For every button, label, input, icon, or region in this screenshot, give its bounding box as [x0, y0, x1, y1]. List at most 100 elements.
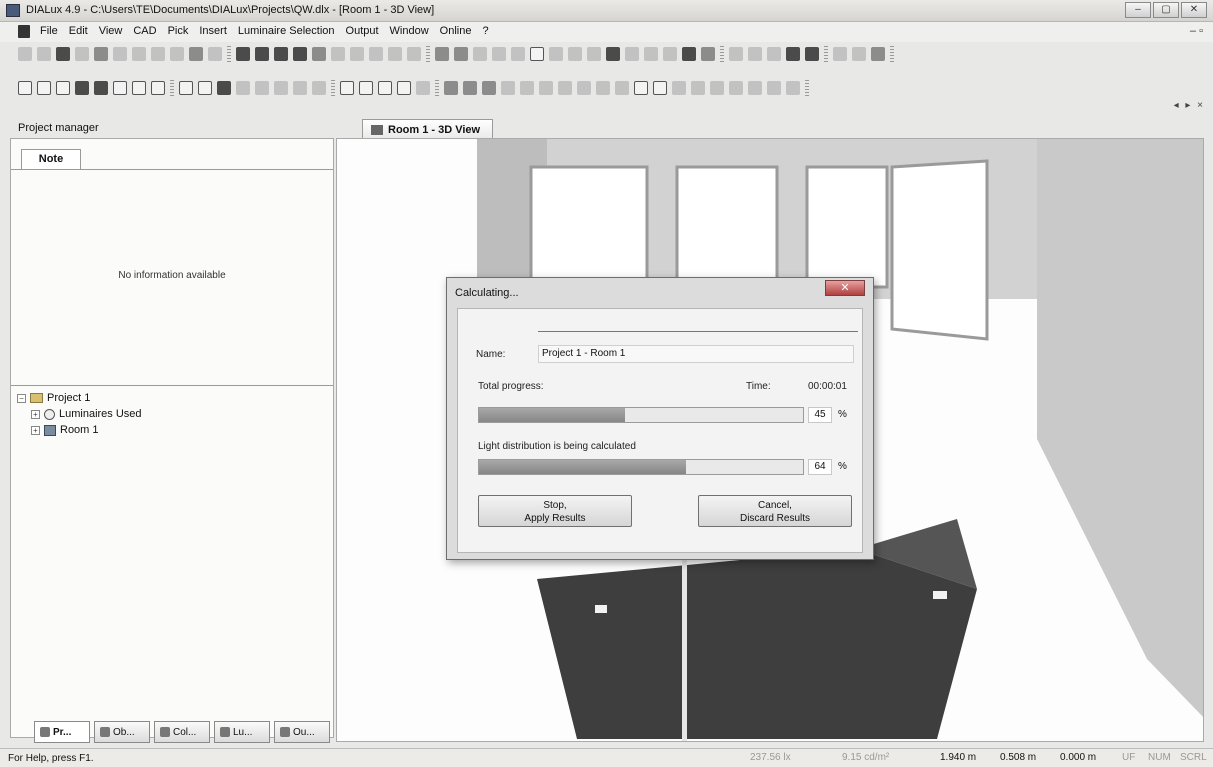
front-view-icon[interactable] [312, 47, 326, 61]
dialog-close-button[interactable]: ✕ [825, 280, 865, 296]
document-icon[interactable] [18, 25, 30, 38]
shading-icon[interactable] [444, 81, 458, 95]
rotate-icon[interactable] [587, 47, 601, 61]
close-window-button[interactable]: ✕ [1181, 2, 1207, 18]
open-icon[interactable] [37, 47, 51, 61]
view-select-icon[interactable] [340, 81, 354, 95]
material-icon[interactable] [805, 47, 819, 61]
menu-window[interactable]: Window [390, 25, 429, 37]
floor-icon[interactable] [501, 81, 515, 95]
line-icon[interactable] [388, 47, 402, 61]
print-preview-icon[interactable] [94, 47, 108, 61]
copy-icon[interactable] [132, 47, 146, 61]
align-icon[interactable] [691, 81, 705, 95]
tab-note[interactable]: Note [21, 149, 81, 169]
tree-item-luminaires-used[interactable]: + Luminaires Used [31, 408, 142, 420]
dock-arrows[interactable]: ◂ ▸ × [1174, 100, 1205, 111]
layer-icon[interactable] [701, 47, 715, 61]
edit-points-icon[interactable] [151, 81, 165, 95]
render-icon[interactable] [482, 81, 496, 95]
calculate-icon[interactable] [435, 47, 449, 61]
select-luminaire-icon[interactable] [113, 81, 127, 95]
3d-view-icon[interactable] [274, 47, 288, 61]
wall-icon[interactable] [539, 81, 553, 95]
point-icon[interactable] [407, 47, 421, 61]
undo-icon[interactable] [189, 47, 203, 61]
redo-icon[interactable] [208, 47, 222, 61]
distribute-icon[interactable] [710, 81, 724, 95]
rectangle-icon[interactable] [634, 81, 648, 95]
menu-file[interactable]: File [40, 25, 58, 37]
room-icon[interactable] [236, 47, 250, 61]
zoom-window-icon[interactable] [217, 81, 231, 95]
view-refresh-icon[interactable] [397, 81, 411, 95]
walk-icon[interactable] [312, 81, 326, 95]
mirror-icon[interactable] [663, 47, 677, 61]
calculate-all-icon[interactable] [454, 47, 468, 61]
zoom-in-icon[interactable] [179, 81, 193, 95]
columns-icon[interactable] [871, 47, 885, 61]
orbit-icon[interactable] [293, 81, 307, 95]
tab-room-3d-view[interactable]: Room 1 - 3D View [362, 119, 494, 139]
tree-item-room[interactable]: + Room 1 [31, 424, 99, 436]
curve-icon[interactable] [748, 81, 762, 95]
menu-help[interactable]: ? [482, 25, 488, 37]
view-camera-icon[interactable] [416, 81, 430, 95]
tab-colors[interactable]: Col... [154, 721, 210, 743]
select-icon[interactable] [18, 81, 32, 95]
fit-icon[interactable] [833, 47, 847, 61]
lamp-icon[interactable] [682, 47, 696, 61]
menu-view[interactable]: View [99, 25, 123, 37]
light-scene-icon[interactable] [492, 47, 506, 61]
select-area-icon[interactable] [94, 81, 108, 95]
refresh-icon[interactable] [786, 81, 800, 95]
select-all-icon[interactable] [75, 81, 89, 95]
pan-icon[interactable] [274, 81, 288, 95]
print-icon[interactable] [75, 47, 89, 61]
expand-icon[interactable]: + [31, 425, 40, 435]
select-group-icon[interactable] [56, 81, 70, 95]
new-icon[interactable] [18, 47, 32, 61]
texture-icon[interactable] [615, 81, 629, 95]
arrange-icon[interactable] [767, 47, 781, 61]
menu-online[interactable]: Online [440, 25, 472, 37]
export-icon[interactable] [473, 47, 487, 61]
select-object-icon[interactable] [132, 81, 146, 95]
door-icon[interactable] [558, 81, 572, 95]
cancel-discard-results-button[interactable]: Cancel, Discard Results [698, 495, 852, 527]
view-zoom-icon[interactable] [359, 81, 373, 95]
tree-item-project[interactable]: − Project 1 [17, 392, 90, 404]
save-icon[interactable] [56, 47, 70, 61]
delete-icon[interactable] [170, 47, 184, 61]
cut-icon[interactable] [113, 47, 127, 61]
window-icon[interactable] [577, 81, 591, 95]
ceiling-icon[interactable] [520, 81, 534, 95]
grid-icon[interactable] [331, 47, 345, 61]
array-icon[interactable] [729, 81, 743, 95]
paste-icon[interactable] [151, 47, 165, 61]
magic-icon[interactable] [606, 47, 620, 61]
maximize-button[interactable]: ▢ [1153, 2, 1179, 18]
tab-luminaires[interactable]: Lu... [214, 721, 270, 743]
collapse-icon[interactable]: − [17, 393, 26, 403]
settings-icon[interactable] [767, 81, 781, 95]
tab-outputs[interactable]: Ou... [274, 721, 330, 743]
arc-icon[interactable] [672, 81, 686, 95]
menu-luminaire-selection[interactable]: Luminaire Selection [238, 25, 335, 37]
luminaire-insert-icon[interactable] [350, 47, 364, 61]
mdi-window-controls[interactable]: – ▫ [1190, 25, 1203, 37]
menu-insert[interactable]: Insert [199, 25, 227, 37]
menu-edit[interactable]: Edit [69, 25, 88, 37]
menu-output[interactable]: Output [346, 25, 379, 37]
field-icon[interactable] [369, 47, 383, 61]
pointer-icon[interactable] [786, 47, 800, 61]
zoom-out-icon[interactable] [198, 81, 212, 95]
tab-project[interactable]: Pr... [34, 721, 90, 743]
expand-icon[interactable]: + [31, 409, 40, 419]
tab-objects[interactable]: Ob... [94, 721, 150, 743]
zoom-previous-icon[interactable] [255, 81, 269, 95]
filter-icon[interactable] [729, 47, 743, 61]
sort-icon[interactable] [748, 47, 762, 61]
select-multiple-icon[interactable] [37, 81, 51, 95]
side-view-icon[interactable] [293, 47, 307, 61]
